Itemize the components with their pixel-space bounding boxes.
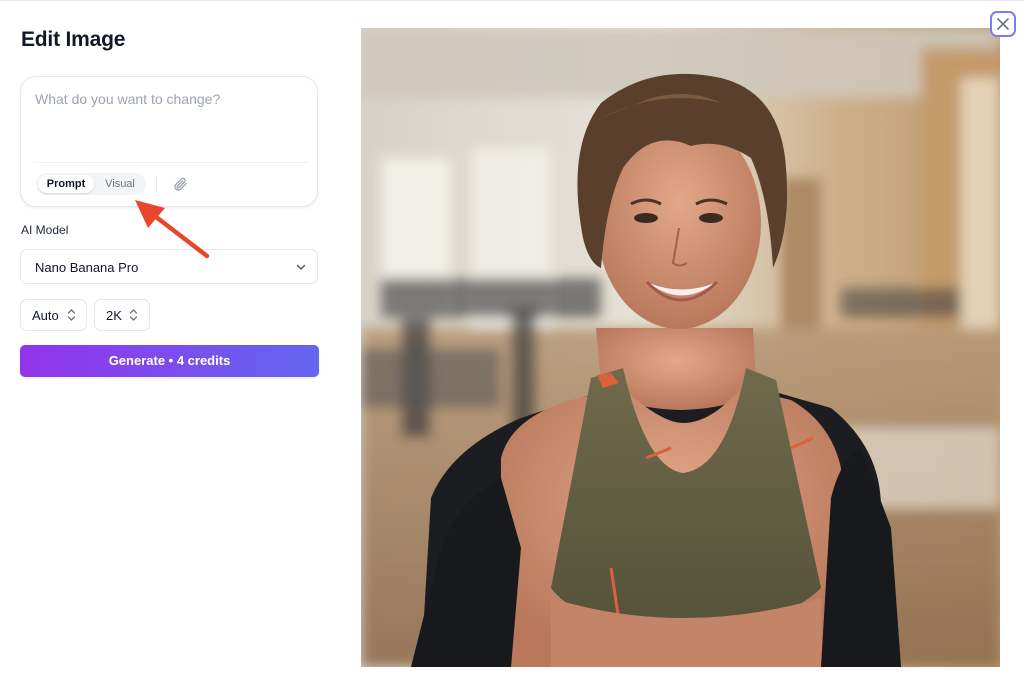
resolution-value: 2K — [106, 308, 122, 323]
prompt-input[interactable] — [35, 91, 303, 151]
close-button[interactable] — [990, 11, 1016, 37]
chevron-down-icon — [296, 264, 306, 270]
generate-button[interactable]: Generate • 4 credits — [20, 345, 319, 377]
preview-image — [361, 28, 1000, 667]
updown-chevron-icon — [67, 309, 76, 321]
aspect-select[interactable]: Auto — [20, 299, 87, 331]
mode-tab-prompt[interactable]: Prompt — [38, 175, 94, 193]
updown-chevron-icon — [129, 309, 138, 321]
ai-model-label: AI Model — [21, 223, 69, 237]
ai-model-value: Nano Banana Pro — [35, 260, 139, 275]
woman-gym-portrait — [361, 28, 1000, 667]
prompt-card: Prompt Visual — [20, 76, 318, 207]
close-icon — [997, 18, 1009, 30]
dialog-title: Edit Image — [21, 28, 126, 51]
prompt-divider — [33, 162, 309, 163]
top-border — [0, 0, 1024, 1]
resolution-select[interactable]: 2K — [94, 299, 150, 331]
arrow-pointer-icon — [135, 200, 210, 259]
aspect-value: Auto — [32, 308, 59, 323]
